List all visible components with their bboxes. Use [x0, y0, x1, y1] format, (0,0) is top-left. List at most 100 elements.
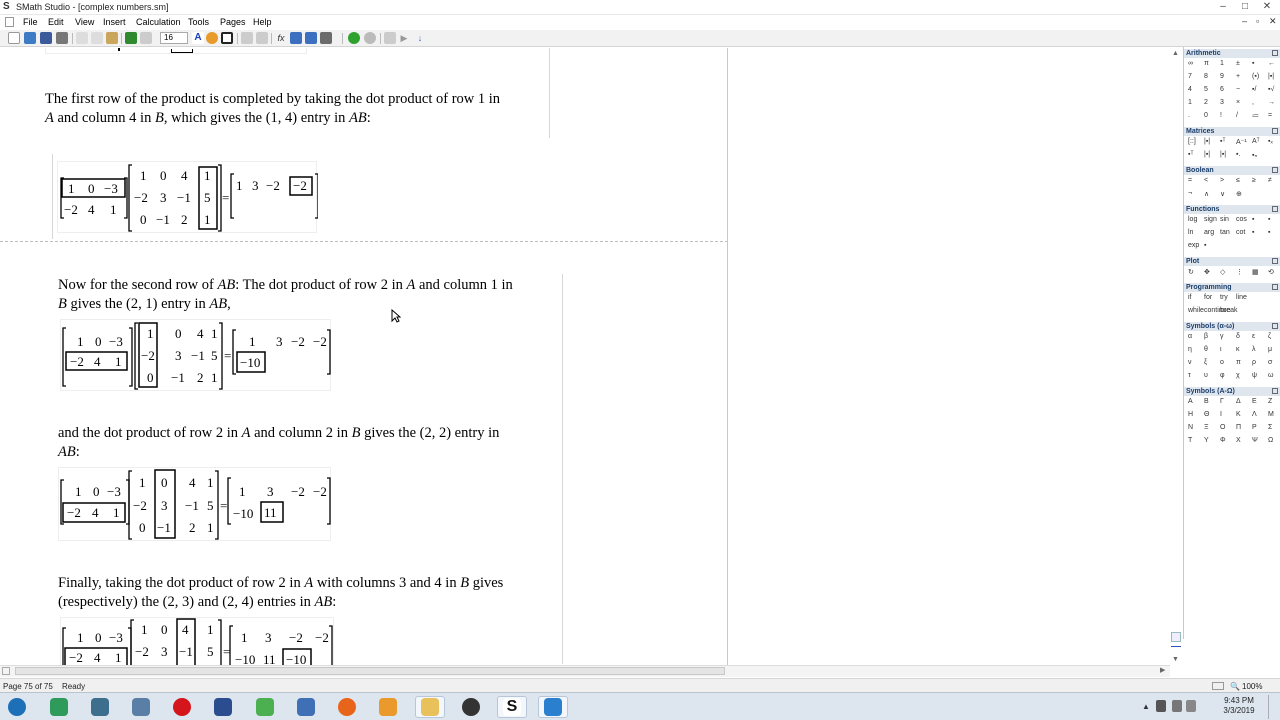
taskbar-app-icon[interactable]: [291, 696, 321, 718]
units-icon[interactable]: [290, 32, 302, 44]
panel-button[interactable]: κ: [1236, 346, 1240, 353]
undo-icon[interactable]: [125, 32, 137, 44]
clock-date[interactable]: 3/3/2019: [1219, 706, 1259, 715]
panel-button[interactable]: line: [1236, 294, 1247, 301]
panel-button[interactable]: 3: [1220, 99, 1224, 106]
panel-button[interactable]: ✥: [1204, 268, 1210, 276]
panel-button[interactable]: Α: [1188, 398, 1193, 405]
panel-header[interactable]: Matrices: [1184, 127, 1280, 136]
align-icon[interactable]: [241, 32, 253, 44]
paste-icon[interactable]: [106, 32, 118, 44]
panel-button[interactable]: ▪ₓ: [1268, 138, 1273, 145]
matrix-product-2[interactable]: 1 0 −3 −2 4 1 1041 −2 3 −1 5 0 −1 2 1 = 1 3 −2 −2 −10: [60, 319, 331, 391]
panel-collapse-icon[interactable]: [1272, 206, 1278, 212]
panel-header[interactable]: Boolean: [1184, 166, 1280, 175]
panel-button[interactable]: ⋮: [1236, 268, 1243, 276]
panel-button[interactable]: 9: [1220, 73, 1224, 80]
text-region-1[interactable]: The first row of the product is complete…: [45, 90, 550, 128]
copy-icon[interactable]: [91, 32, 103, 44]
panel-button[interactable]: ≔: [1252, 112, 1259, 120]
fill-color-icon[interactable]: [206, 32, 218, 44]
panel-button[interactable]: ▪: [1268, 229, 1270, 236]
panel-button[interactable]: α: [1188, 333, 1192, 340]
panel-button[interactable]: Μ: [1268, 411, 1274, 418]
panel-button[interactable]: →: [1268, 99, 1275, 106]
panel-button[interactable]: υ: [1204, 372, 1208, 379]
doc-restore-button[interactable]: ▫: [1256, 16, 1259, 26]
panel-collapse-icon[interactable]: [1272, 258, 1278, 264]
panel-header[interactable]: Symbols (A-Ω): [1184, 387, 1280, 396]
panel-button[interactable]: while: [1188, 307, 1204, 314]
panel-button[interactable]: [::]: [1188, 138, 1196, 145]
panel-button[interactable]: γ: [1220, 333, 1224, 340]
panel-button[interactable]: ▪.: [1236, 151, 1240, 158]
panel-button[interactable]: |▪|: [1204, 138, 1210, 145]
cut-icon[interactable]: [76, 32, 88, 44]
document-icon[interactable]: [5, 17, 14, 27]
panel-button[interactable]: Π: [1236, 424, 1241, 431]
panel-button[interactable]: ¬: [1188, 190, 1192, 197]
panel-button[interactable]: try: [1220, 294, 1228, 301]
menu-tools[interactable]: Tools: [188, 17, 209, 27]
panel-collapse-icon[interactable]: [1272, 323, 1278, 329]
panel-button[interactable]: δ: [1236, 333, 1240, 340]
panel-button[interactable]: ∧: [1204, 190, 1209, 198]
panel-button[interactable]: ,: [1252, 99, 1254, 106]
panel-button[interactable]: Ρ: [1252, 424, 1257, 431]
panel-button[interactable]: /: [1236, 112, 1238, 119]
panel-button[interactable]: ⟲: [1268, 268, 1274, 276]
panel-button[interactable]: Aᵀ: [1252, 138, 1260, 145]
panel-button[interactable]: Ψ: [1252, 437, 1258, 444]
panel-button[interactable]: Γ: [1220, 398, 1224, 405]
file-explorer-icon[interactable]: [415, 696, 445, 718]
panel-button[interactable]: 7: [1188, 73, 1192, 80]
panel-button[interactable]: 2: [1204, 99, 1208, 106]
panel-button[interactable]: Ζ: [1268, 398, 1272, 405]
panel-button[interactable]: =: [1188, 177, 1192, 184]
menu-help[interactable]: Help: [253, 17, 272, 27]
panel-button[interactable]: tan: [1220, 229, 1230, 236]
panel-button[interactable]: ↻: [1188, 268, 1194, 276]
panel-button[interactable]: ε: [1252, 333, 1255, 340]
panel-button[interactable]: .: [1188, 112, 1190, 119]
open-folder-icon[interactable]: [24, 32, 36, 44]
panel-button[interactable]: ln: [1188, 229, 1193, 236]
panel-button[interactable]: ξ: [1204, 359, 1207, 366]
panel-button[interactable]: ρ: [1252, 359, 1256, 366]
menu-view[interactable]: View: [75, 17, 94, 27]
worksheet[interactable]: The first row of the product is complete…: [0, 48, 728, 665]
panel-collapse-icon[interactable]: [1272, 388, 1278, 394]
opera-browser-icon[interactable]: [167, 696, 197, 718]
panel-button[interactable]: if: [1188, 294, 1192, 301]
panel-button[interactable]: ▪: [1268, 216, 1270, 223]
panel-button[interactable]: φ: [1220, 372, 1225, 379]
panel-header[interactable]: Programming: [1184, 283, 1280, 292]
panel-button[interactable]: ω: [1268, 372, 1273, 379]
panel-button[interactable]: −: [1236, 86, 1240, 93]
panel-button[interactable]: +: [1236, 73, 1240, 80]
play-icon[interactable]: ▶: [398, 32, 410, 44]
panel-button[interactable]: <: [1204, 177, 1208, 184]
calculate-icon[interactable]: [348, 32, 360, 44]
scroll-thumb[interactable]: [1171, 632, 1181, 642]
panel-button[interactable]: χ: [1236, 372, 1240, 379]
matrix-product-3[interactable]: 1 0 −3 −2 4 1 1041 −2 3 −1 5 0 −1 2 1 = 1 3 −2 −2 −10…: [58, 467, 331, 541]
panel-button[interactable]: μ: [1268, 346, 1272, 353]
panel-button[interactable]: ≤: [1236, 177, 1240, 184]
panel-button[interactable]: ∨: [1220, 190, 1225, 198]
panel-collapse-icon[interactable]: [1272, 128, 1278, 134]
panel-button[interactable]: Ξ: [1204, 424, 1209, 431]
show-desktop-button[interactable]: [1268, 695, 1278, 719]
taskbar-app-icon[interactable]: [208, 696, 238, 718]
vertical-scrollbar[interactable]: ▲ ▼: [1170, 48, 1182, 665]
taskbar-app-green-icon[interactable]: [44, 696, 74, 718]
panel-button[interactable]: 4: [1188, 86, 1192, 93]
matrix-product-4[interactable]: 1 0 −3 −2 4 1 1041 −2 3 −1 5 = 1 3 −2 −2 −10 11 −10: [60, 617, 334, 665]
panel-button[interactable]: τ: [1188, 372, 1191, 379]
panel-button[interactable]: 8: [1204, 73, 1208, 80]
panel-button[interactable]: Ι: [1220, 411, 1222, 418]
panel-button[interactable]: Χ: [1236, 437, 1241, 444]
taskbar-app-icon[interactable]: [250, 696, 280, 718]
tray-chevron-icon[interactable]: ▲: [1142, 702, 1150, 711]
minimize-button[interactable]: –: [1212, 0, 1234, 14]
